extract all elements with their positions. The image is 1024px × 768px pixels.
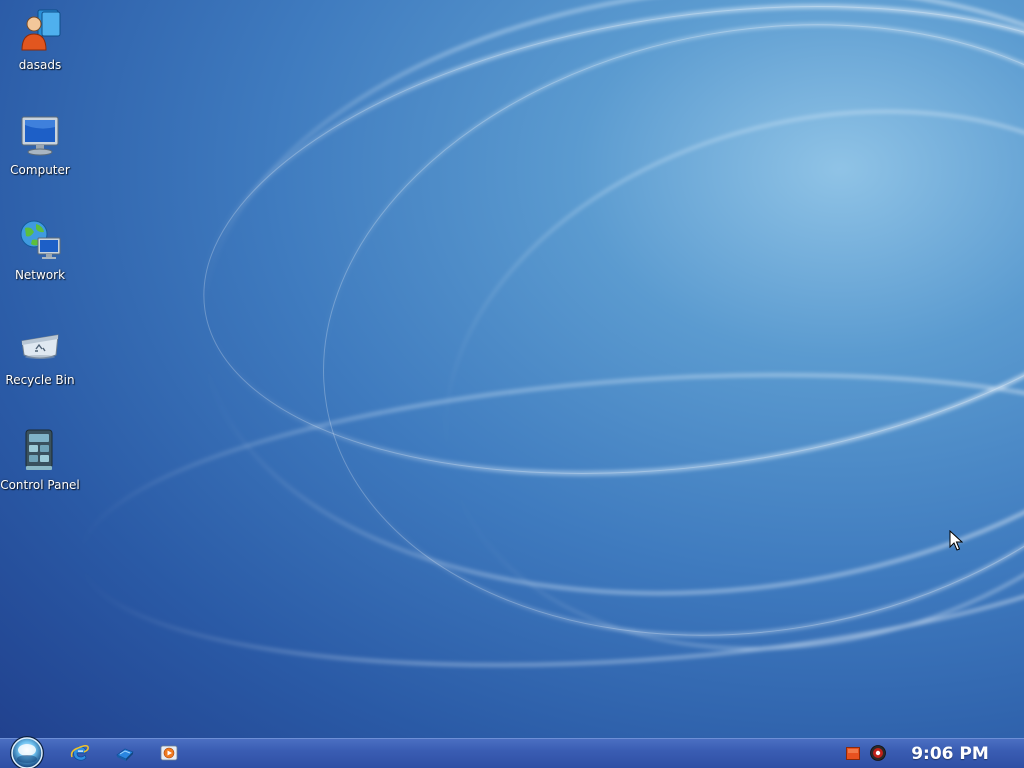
control-panel-icon (25, 429, 53, 470)
speaker-icon[interactable] (870, 745, 886, 761)
computer-icon (21, 116, 59, 156)
wallpaper-swirl (80, 0, 1024, 667)
tray-clock[interactable]: 9:06 PM (900, 743, 1000, 765)
taskbar: 9:06 PM (0, 736, 1024, 768)
desktop-icon-user-folder[interactable]: dasads (0, 6, 80, 96)
mouse-cursor-icon (949, 530, 963, 551)
desktop[interactable]: dasads Computer Network Recycle Bin Cont… (0, 0, 1024, 768)
desktop-icon-control-panel[interactable]: Control Panel (0, 426, 80, 516)
notification-flag-icon[interactable] (846, 747, 860, 760)
network-icon (20, 220, 61, 259)
media-player-icon[interactable] (159, 743, 179, 763)
recycle-bin-icon (21, 334, 59, 359)
user-folder-icon (21, 9, 61, 51)
internet-explorer-icon[interactable] (70, 743, 90, 763)
desktop-icon-label: Control Panel (0, 478, 80, 492)
desktop-icon-label: dasads (18, 58, 62, 72)
desktop-icon-recycle-bin[interactable]: Recycle Bin (0, 321, 80, 411)
desktop-icon-computer[interactable]: Computer (0, 111, 80, 201)
desktop-icon-label: Computer (10, 163, 70, 177)
desktop-icon-label: Recycle Bin (5, 373, 75, 387)
show-desktop-icon[interactable] (115, 743, 135, 763)
start-orb-icon[interactable] (7, 734, 47, 768)
desktop-icon-label: Network (14, 268, 66, 282)
desktop-icon-network[interactable]: Network (0, 216, 80, 306)
